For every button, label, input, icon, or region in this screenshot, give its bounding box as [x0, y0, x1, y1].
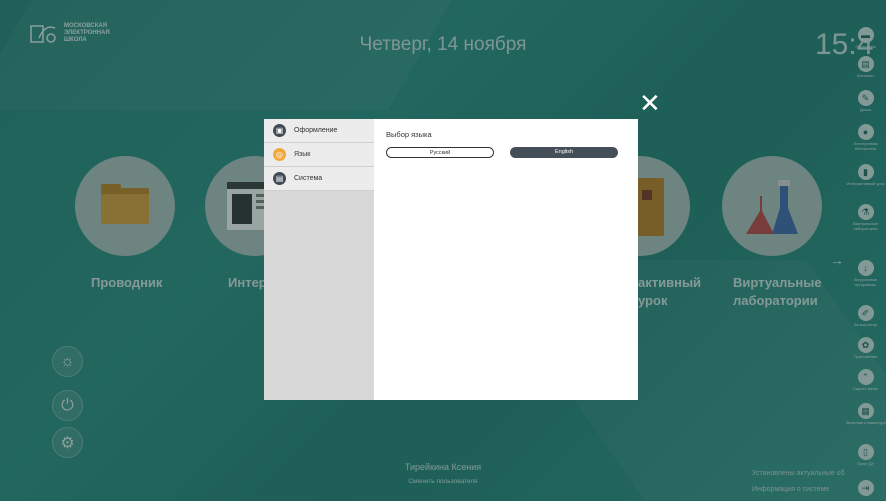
language-english-button[interactable]: English	[510, 147, 618, 158]
language-russian-button[interactable]: Русский	[386, 147, 494, 158]
settings-tab-label: Язык	[294, 151, 311, 158]
settings-tab-label: Оформление	[294, 127, 338, 134]
settings-sidebar: ▣ Оформление ◎ Язык ▤ Система	[264, 119, 374, 400]
settings-tab-system[interactable]: ▤ Система	[264, 167, 374, 191]
language-options: Русский English	[386, 147, 626, 158]
settings-content: Выбор языка Русский English	[374, 119, 638, 400]
settings-tab-appearance[interactable]: ▣ Оформление	[264, 119, 374, 143]
settings-tab-language[interactable]: ◎ Язык	[264, 143, 374, 167]
system-icon: ▤	[273, 172, 286, 185]
theme-icon: ▣	[273, 124, 286, 137]
language-icon: ◎	[273, 148, 286, 161]
settings-tab-label: Система	[294, 175, 323, 182]
close-icon[interactable]: ✕	[639, 90, 661, 116]
section-title: Выбор языка	[386, 130, 432, 139]
settings-dialog: ▣ Оформление ◎ Язык ▤ Система Выбор язык…	[264, 119, 638, 400]
desktop-background: МОСКОВСКАЯ ЭЛЕКТРОННАЯ ШКОЛА Четверг, 14…	[0, 0, 886, 501]
